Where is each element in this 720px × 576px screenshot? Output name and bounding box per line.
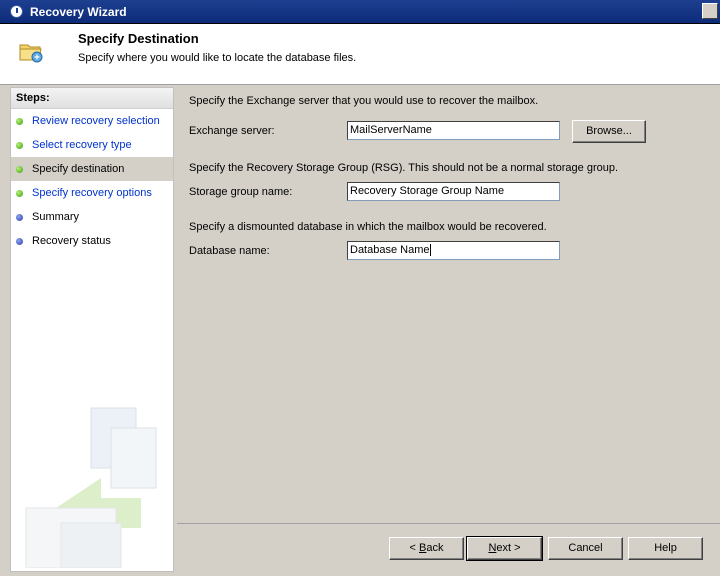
- next-arrow: >: [511, 542, 521, 554]
- step-label[interactable]: Select recovery type: [32, 139, 132, 151]
- step-label[interactable]: Review recovery selection: [32, 115, 160, 127]
- database-name-label: Database name:: [189, 245, 270, 257]
- title-bar: Recovery Wizard: [0, 0, 720, 24]
- database-description: Specify a dismounted database in which t…: [189, 221, 547, 233]
- help-button[interactable]: Help: [628, 537, 703, 560]
- folder-icon: [19, 44, 43, 63]
- cancel-button[interactable]: Cancel: [548, 537, 623, 560]
- database-name-input[interactable]: Database Name: [347, 241, 560, 260]
- clock-icon: [10, 5, 23, 18]
- exchange-server-label: Exchange server:: [189, 125, 275, 137]
- step-complete-icon: [16, 166, 23, 173]
- next-label: ext: [496, 542, 512, 554]
- content-pane: Specify the Exchange server that you wou…: [177, 87, 720, 522]
- step-complete-icon: [16, 190, 23, 197]
- page-title: Specify Destination: [78, 31, 199, 46]
- storage-group-label: Storage group name:: [189, 186, 293, 198]
- step-select-recovery-type[interactable]: Select recovery type: [11, 133, 173, 157]
- step-label[interactable]: Specify recovery options: [32, 187, 152, 199]
- storage-group-description: Specify the Recovery Storage Group (RSG)…: [189, 162, 619, 174]
- page-subtitle: Specify where you would like to locate t…: [78, 52, 357, 64]
- text-caret: [429, 244, 431, 257]
- wizard-watermark-graphic: [25, 407, 157, 568]
- storage-group-input[interactable]: Recovery Storage Group Name: [347, 182, 560, 201]
- next-button[interactable]: Next >: [466, 536, 543, 561]
- step-specify-destination: Specify destination: [11, 157, 173, 181]
- window-title: Recovery Wizard: [30, 5, 127, 19]
- browse-button[interactable]: Browse...: [572, 120, 646, 143]
- exchange-server-description: Specify the Exchange server that you wou…: [189, 95, 539, 107]
- back-label: ack: [426, 542, 444, 554]
- steps-title: Steps:: [11, 88, 173, 109]
- button-bar: < Back Next > Cancel Help: [177, 523, 720, 572]
- step-complete-icon: [16, 118, 23, 125]
- step-specify-recovery-options[interactable]: Specify recovery options: [11, 181, 173, 205]
- step-complete-icon: [16, 142, 23, 149]
- step-label: Specify destination: [32, 163, 125, 175]
- step-label: Summary: [32, 211, 80, 223]
- step-pending-icon: [16, 238, 23, 245]
- back-arrow: <: [409, 542, 419, 554]
- back-button[interactable]: < Back: [389, 537, 464, 560]
- step-summary: Summary: [11, 205, 173, 229]
- step-pending-icon: [16, 214, 23, 221]
- step-recovery-status: Recovery status: [11, 229, 173, 253]
- step-label: Recovery status: [32, 235, 111, 247]
- database-name-value: Database Name: [350, 244, 430, 256]
- wizard-header: Specify Destination Specify where you wo…: [0, 24, 720, 85]
- step-review-recovery-selection[interactable]: Review recovery selection: [11, 109, 173, 133]
- exchange-server-input[interactable]: MailServerName: [347, 121, 560, 140]
- window-control-button[interactable]: [702, 3, 718, 19]
- steps-pane: Steps: Review recovery selection Select …: [10, 87, 174, 572]
